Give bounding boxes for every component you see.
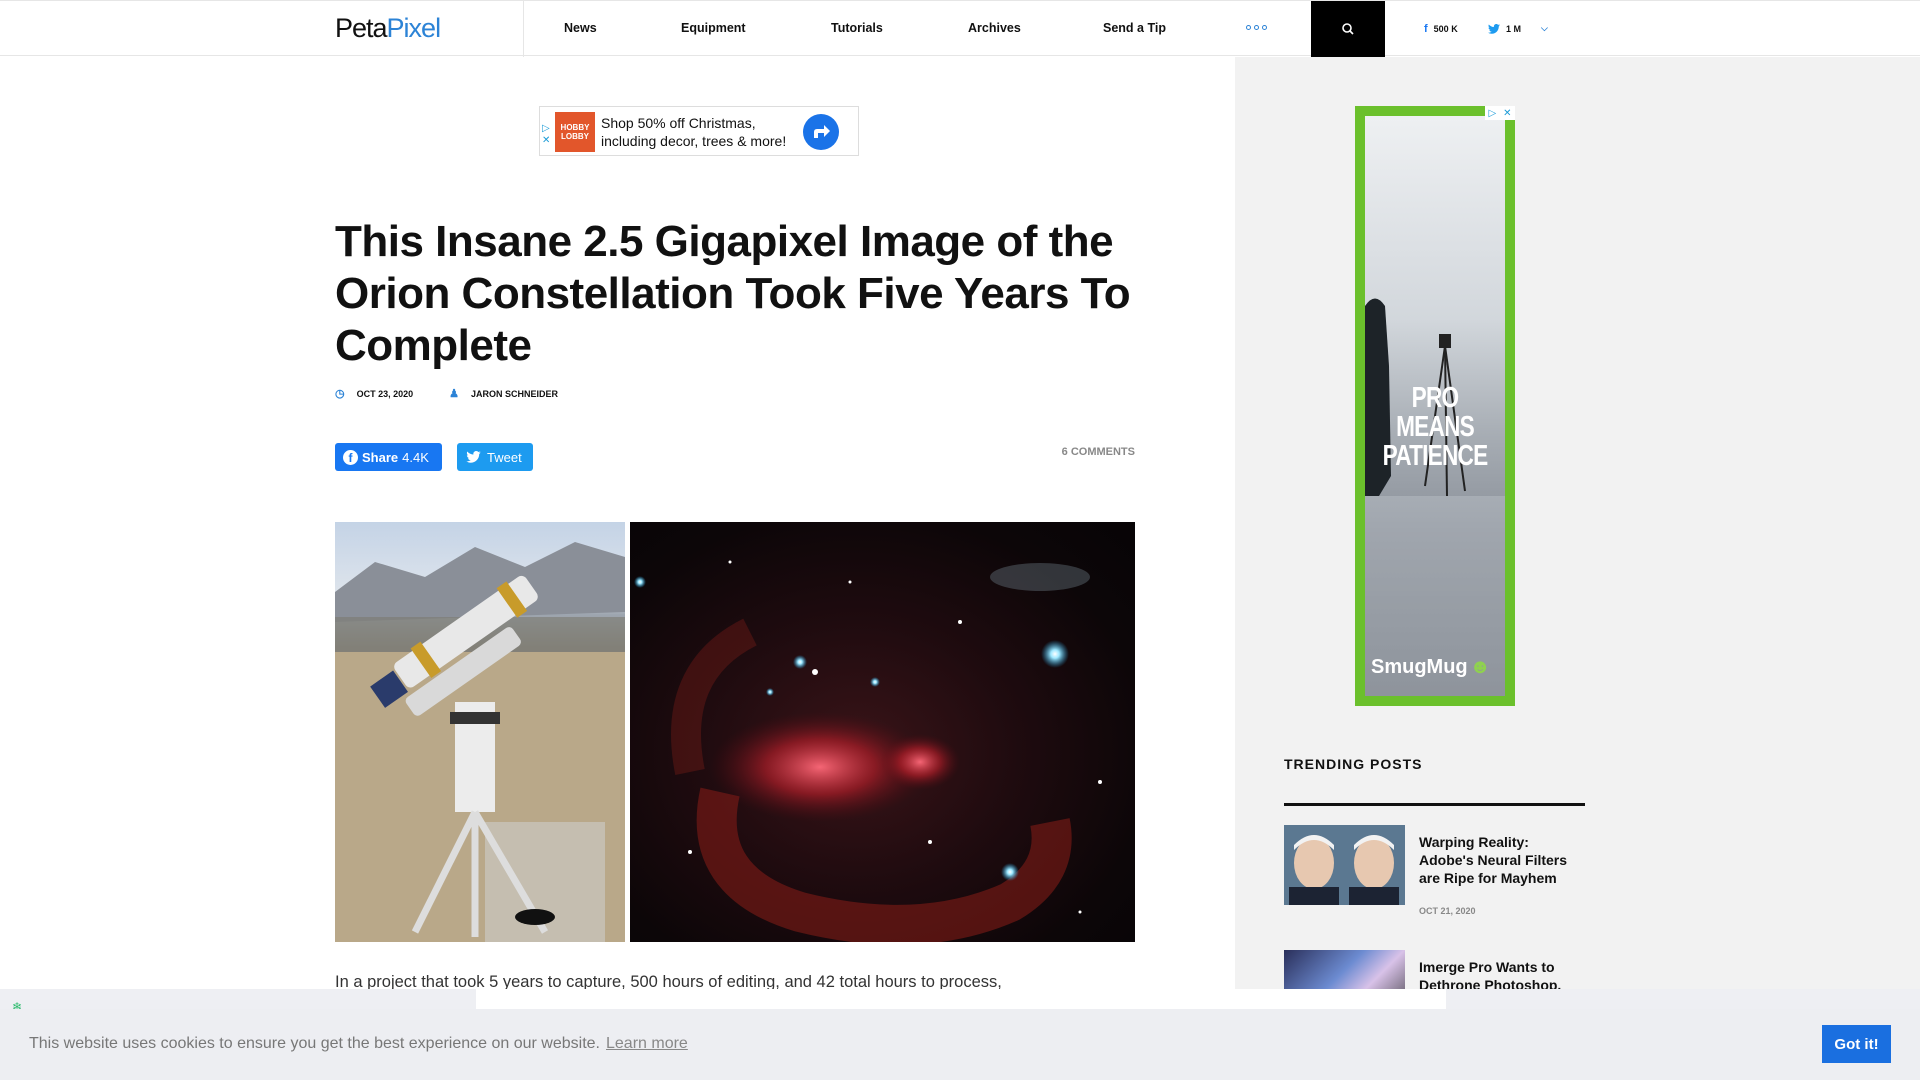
share-count: 4.4K (402, 449, 429, 465)
tweet-button[interactable]: Tweet (457, 443, 533, 471)
telescope-photo (335, 522, 625, 942)
tweet-label: Tweet (487, 449, 522, 465)
chevron-down-icon[interactable]: ⌵ (1541, 23, 1548, 34)
trending-item-title[interactable]: Warping Reality: Adobe's Neural Filters … (1419, 833, 1585, 887)
twitter-icon (1488, 23, 1500, 34)
ad-text: Shop 50% off Christmas, including decor,… (601, 115, 787, 149)
ad-close-icon[interactable]: ▷ ✕ (1485, 106, 1515, 120)
trending-thumbnail[interactable] (1284, 825, 1405, 905)
comments-link[interactable]: 6 COMMENTS (1052, 446, 1135, 458)
logo-part-peta: Peta (335, 13, 388, 43)
ad-brand-badge: HOBBY LOBBY (555, 112, 595, 152)
cookie-bar-overlay (476, 989, 1446, 1009)
ad-slogan: PRO MEANS PATIENCE (1382, 382, 1489, 472)
article-title: This Insane 2.5 Gigapixel Image of the O… (335, 217, 1131, 370)
clock-icon: ◷ (335, 388, 345, 400)
sidebar (1235, 57, 1920, 1080)
site-logo[interactable]: PetaPixel (335, 13, 442, 44)
logo-part-pixel: Pixel (386, 13, 442, 43)
ad-brand: SmugMug ☻ (1371, 656, 1491, 679)
ad-brand-text: SmugMug (1371, 656, 1468, 678)
cookie-accept-button[interactable]: Got it! (1822, 1025, 1891, 1063)
smile-icon: ☻ (1469, 656, 1491, 678)
ad-photo: PRO MEANS PATIENCE SmugMug ☻ (1365, 116, 1505, 696)
adchoices-icon[interactable]: ▷ ✕ (542, 123, 550, 147)
twitter-bird-icon (466, 451, 481, 463)
orion-photo (630, 522, 1135, 942)
cookie-learn-more-link[interactable]: Learn more (606, 1035, 688, 1052)
site-header: PetaPixel News Equipment Tutorials Archi… (0, 0, 1920, 57)
nav-tutorials[interactable]: Tutorials (831, 21, 883, 35)
trending-rule (1284, 803, 1585, 806)
header-divider (523, 1, 524, 57)
nav-news[interactable]: News (564, 21, 597, 35)
share-label: Share (362, 449, 399, 465)
facebook-share-button[interactable]: f Share 4.4K (335, 443, 442, 471)
user-icon: ♟ (449, 388, 460, 400)
cookie-message-text: This website uses cookies to ensure you … (29, 1035, 600, 1052)
trending-item[interactable]: Warping Reality: Adobe's Neural Filters … (1284, 825, 1585, 925)
top-banner-ad[interactable]: ▷ ✕ HOBBY LOBBY Shop 50% off Christmas, i… (539, 106, 859, 156)
sidebar-ad[interactable]: PRO MEANS PATIENCE SmugMug ☻ ▷ ✕ (1355, 106, 1515, 706)
search-button[interactable] (1311, 1, 1385, 57)
facebook-icon: f (1424, 23, 1428, 35)
nav-equipment[interactable]: Equipment (681, 21, 746, 35)
article-meta: ◷ OCT 23, 2020 ♟ JARON SCHNEIDER (335, 387, 558, 400)
facebook-count: 500 K (1433, 24, 1458, 34)
search-icon (1342, 23, 1354, 35)
nav-send-a-tip[interactable]: Send a Tip (1103, 21, 1166, 35)
facebook-logo-icon: f (343, 449, 358, 465)
more-menu-icon[interactable] (1246, 25, 1267, 30)
hero-image (335, 522, 1135, 942)
ad-arrow-icon[interactable] (803, 114, 839, 150)
article-author[interactable]: JARON SCHNEIDER (471, 389, 558, 399)
trending-item-date: OCT 21, 2020 (1419, 906, 1476, 916)
facebook-follow[interactable]: f 500 K (1424, 23, 1458, 35)
trending-title: TRENDING POSTS (1284, 756, 1423, 772)
cookie-message: This website uses cookies to ensure you … (29, 1035, 688, 1053)
twitter-follow[interactable]: 1 M ⌵ (1488, 23, 1548, 34)
twitter-count: 1 M (1506, 23, 1522, 34)
article-date: OCT 23, 2020 (356, 388, 414, 399)
nav-archives[interactable]: Archives (968, 21, 1021, 35)
